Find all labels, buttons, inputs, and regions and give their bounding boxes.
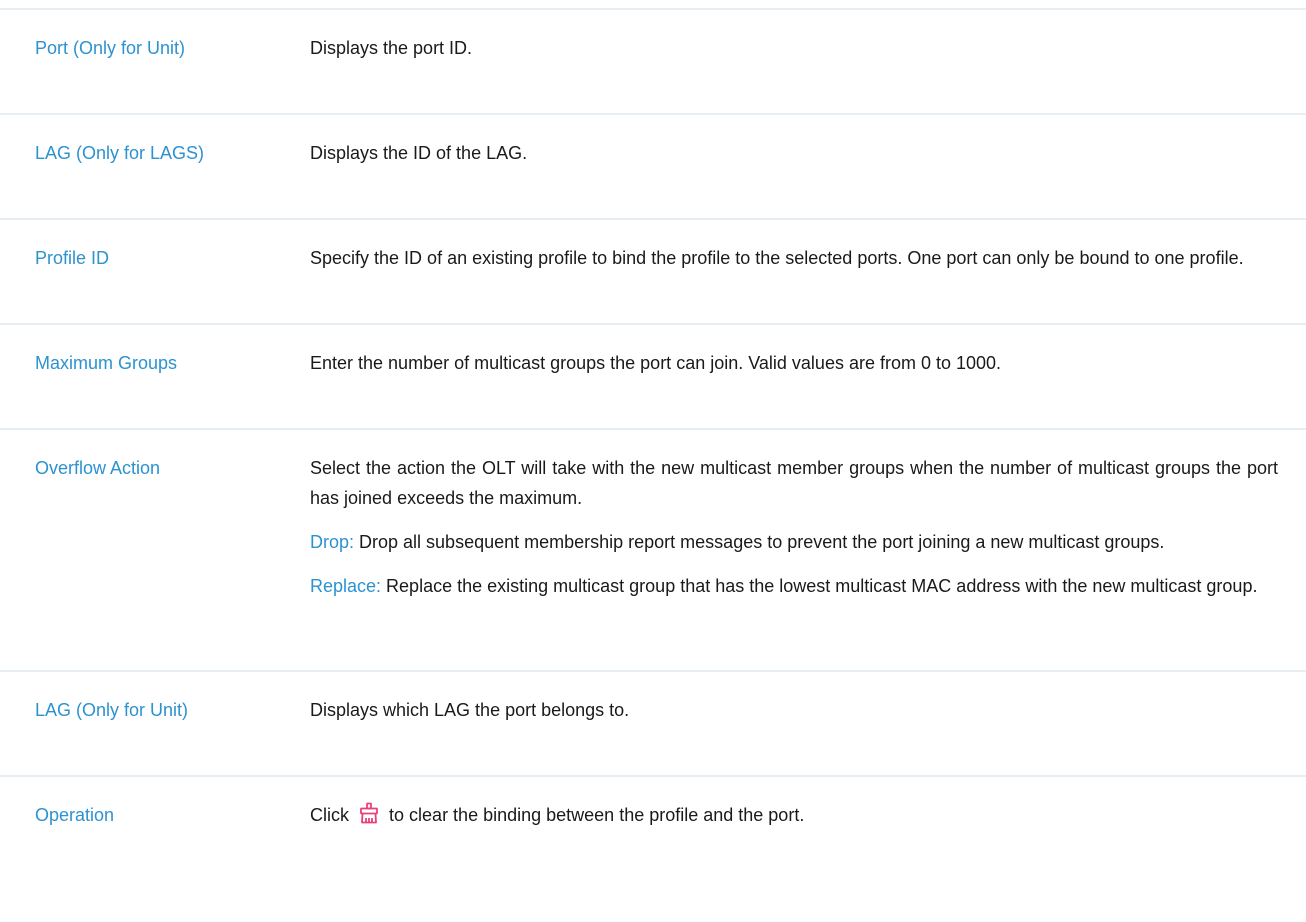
replace-option: Replace: Replace the existing multicast … (310, 571, 1278, 601)
row-term: Profile ID (35, 248, 110, 268)
overflow-intro: Select the action the OLT will take with… (310, 458, 1278, 508)
table-row: LAG (Only for Unit) Displays which LAG t… (0, 670, 1306, 775)
operation-text-before: Click (310, 805, 349, 825)
operation-text-after: to clear the binding between the profile… (389, 805, 805, 825)
drop-label: Drop: (310, 532, 355, 552)
row-description: Displays the ID of the LAG. (310, 143, 528, 163)
row-description: Displays the port ID. (310, 38, 473, 58)
parameter-table: Port (Only for Unit) Displays the port I… (0, 0, 1306, 880)
table-row: Port (Only for Unit) Displays the port I… (0, 8, 1306, 113)
replace-text: Replace the existing multicast group tha… (381, 576, 1258, 596)
table-row: Overflow Action Select the action the OL… (0, 428, 1306, 670)
row-term: LAG (Only for LAGS) (35, 143, 205, 163)
row-description: Click to clear the binding between the p… (310, 777, 1278, 880)
drop-option: Drop: Drop all subsequent membership rep… (310, 527, 1278, 557)
row-term: LAG (Only for Unit) (35, 700, 189, 720)
row-term: Operation (35, 805, 115, 825)
table-row: Operation Click to clear the binding bet… (0, 775, 1306, 880)
drop-text: Drop all subsequent membership report me… (354, 532, 1165, 552)
row-description: Specify the ID of an existing profile to… (310, 248, 1244, 268)
clear-binding-icon[interactable] (358, 802, 380, 824)
row-description: Displays which LAG the port belongs to. (310, 700, 630, 720)
table-row: LAG (Only for LAGS) Displays the ID of t… (0, 113, 1306, 218)
table-row: Maximum Groups Enter the number of multi… (0, 323, 1306, 428)
replace-label: Replace: (310, 576, 382, 596)
row-description: Select the action the OLT will take with… (310, 430, 1278, 670)
row-description: Enter the number of multicast groups the… (310, 353, 1002, 373)
row-term: Maximum Groups (35, 353, 178, 373)
table-row: Profile ID Specify the ID of an existing… (0, 218, 1306, 323)
row-term: Overflow Action (35, 458, 161, 478)
row-term: Port (Only for Unit) (35, 38, 186, 58)
